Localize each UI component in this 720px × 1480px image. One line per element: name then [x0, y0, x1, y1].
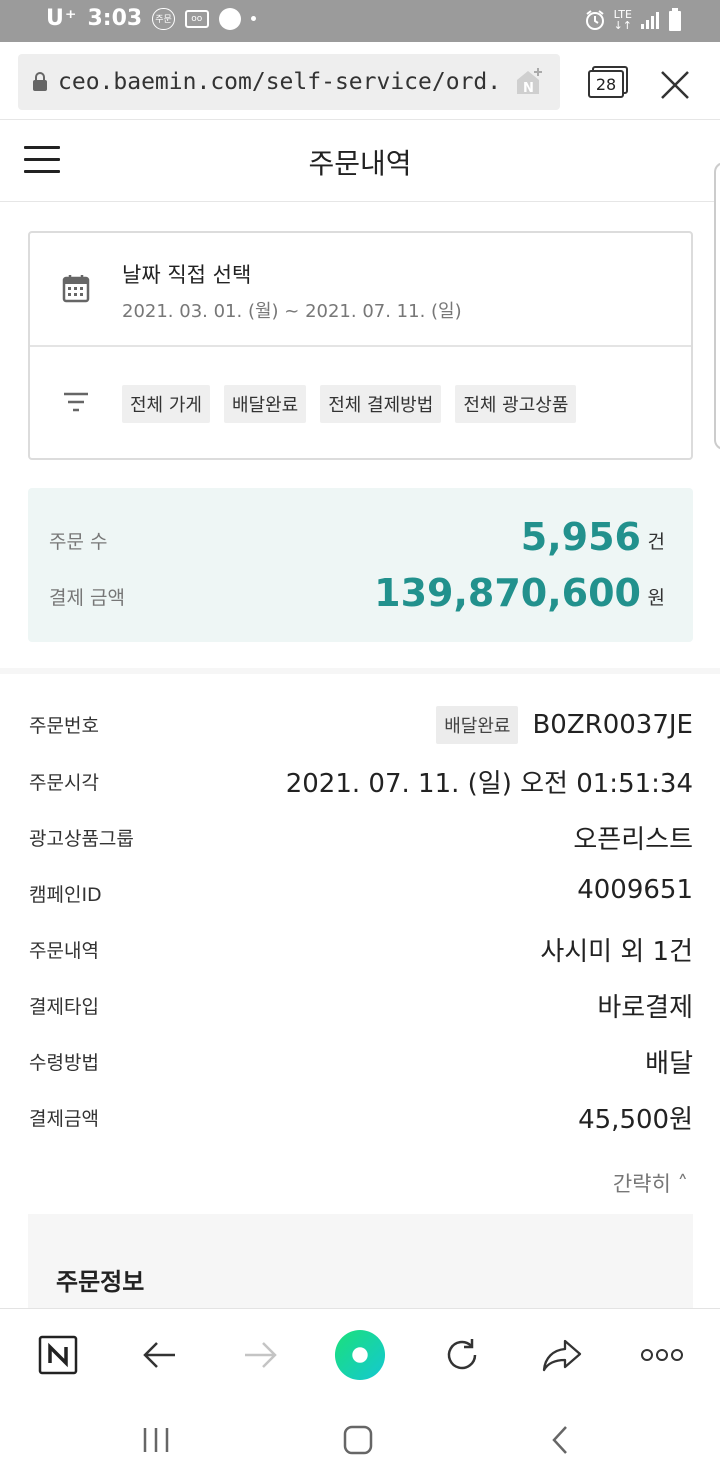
detail-row-ad-group: 광고상품그룹 오픈리스트: [0, 807, 720, 863]
collapse-button[interactable]: 간략히 ˄: [613, 1168, 688, 1198]
detail-row-payment-type: 결제타입 바로결제: [0, 975, 720, 1031]
order-info-title: 주문정보: [56, 1268, 145, 1296]
lte-indicator: LTE ↓↑: [613, 8, 632, 32]
status-badge: 배달완료: [436, 706, 519, 744]
payment-amount: 45,500원: [578, 1105, 693, 1135]
detail-label: 캠페인ID: [29, 884, 102, 906]
back-nav-icon[interactable]: [540, 1420, 580, 1460]
svg-text:N: N: [523, 81, 534, 96]
chip-payment-method[interactable]: 전체 결제방법: [320, 385, 442, 423]
clock: 3:03: [87, 6, 143, 31]
url-text[interactable]: ceo.baemin.com/self-service/ord...: [58, 69, 498, 95]
more-notifications-icon: [250, 16, 256, 21]
signal-icon: [641, 12, 659, 29]
tab-count: 28: [588, 70, 624, 98]
page-title: 주문내역: [308, 147, 412, 180]
order-number: B0ZR0037JE: [532, 710, 693, 740]
tabs-button[interactable]: 28: [588, 66, 628, 100]
detail-row-payment-amount: 결제금액 45,500원: [0, 1087, 720, 1143]
date-selector[interactable]: 날짜 직접 선택 2021. 03. 01. (월) ~ 2021. 07. 1…: [30, 233, 691, 347]
detail-row-order-items: 주문내역 사시미 외 1건: [0, 919, 720, 975]
payment-amount-unit: 원: [647, 587, 665, 609]
alarm-icon: [585, 10, 604, 30]
order-items: 사시미 외 1건: [540, 937, 693, 967]
naver-bookmark-icon[interactable]: N: [514, 66, 546, 98]
payment-amount-label: 결제 금액: [49, 587, 125, 609]
recent-apps-icon[interactable]: [136, 1420, 176, 1460]
campaign-id: 4009651: [577, 875, 693, 905]
detail-label: 주문번호: [29, 715, 99, 737]
voicemail-icon: oo: [184, 9, 209, 28]
browser-toolbar: [0, 1308, 720, 1400]
green-dot-icon[interactable]: [334, 1329, 386, 1381]
detail-row-order-number: 주문번호 배달완료 B0ZR0037JE: [0, 694, 720, 750]
detail-label: 주문내역: [29, 940, 99, 962]
address-field[interactable]: ceo.baemin.com/self-service/ord... N: [18, 54, 560, 110]
section-divider: [0, 668, 720, 674]
lock-icon: [33, 72, 47, 91]
battery-icon: [669, 8, 681, 31]
order-count-row: 주문 수 5,956 건: [28, 513, 693, 563]
calendar-icon: [62, 275, 90, 303]
date-range: 2021. 03. 01. (월) ~ 2021. 07. 11. (일): [122, 301, 462, 322]
order-count-unit: 건: [647, 531, 665, 553]
payment-amount-value: 139,870,600: [374, 571, 641, 615]
detail-label: 결제금액: [29, 1108, 99, 1130]
detail-label: 수령방법: [29, 1052, 99, 1074]
detail-label: 주문시각: [29, 772, 99, 794]
detail-value-wrap: 배달완료 B0ZR0037JE: [436, 706, 693, 744]
ad-group: 오픈리스트: [573, 825, 693, 855]
chip-store[interactable]: 전체 가게: [122, 385, 210, 423]
filter-card: 날짜 직접 선택 2021. 03. 01. (월) ~ 2021. 07. 1…: [28, 231, 693, 460]
detail-label: 광고상품그룹: [29, 828, 134, 850]
share-icon[interactable]: [536, 1329, 588, 1381]
notification-dot-icon: [218, 7, 241, 30]
payment-amount-row: 결제 금액 139,870,600 원: [28, 569, 693, 619]
chip-ad-product[interactable]: 전체 광고상품: [455, 385, 577, 423]
payment-type: 바로결제: [597, 993, 693, 1023]
detail-row-campaign-id: 캠페인ID 4009651: [0, 863, 720, 919]
receive-method: 배달: [645, 1049, 693, 1079]
browser-url-bar: ceo.baemin.com/self-service/ord... N 28: [0, 42, 720, 120]
detail-row-order-time: 주문시각 2021. 07. 11. (일) 오전 01:51:34: [0, 751, 720, 807]
back-arrow-icon[interactable]: [134, 1329, 186, 1381]
detail-row-receive-method: 수령방법 배달: [0, 1031, 720, 1087]
naver-home-icon[interactable]: [32, 1329, 84, 1381]
filter-icon: [64, 392, 88, 412]
home-icon[interactable]: [338, 1420, 378, 1460]
side-scroll-handle[interactable]: [714, 162, 720, 450]
date-title: 날짜 직접 선택: [122, 263, 252, 287]
more-icon[interactable]: [636, 1329, 688, 1381]
order-summary: 주문 수 5,956 건 결제 금액 139,870,600 원: [28, 488, 693, 642]
order-time: 2021. 07. 11. (일) 오전 01:51:34: [285, 769, 693, 799]
notification-pill: 주문: [152, 7, 175, 30]
status-bar: U⁺ 3:03 주문 oo LTE ↓↑: [0, 0, 720, 42]
order-info-section: 주문정보: [28, 1214, 693, 1314]
order-count-value: 5,956: [520, 515, 641, 559]
app-header: 주문내역: [0, 120, 720, 450]
refresh-icon[interactable]: [436, 1329, 488, 1381]
detail-label: 결제타입: [29, 996, 99, 1018]
filter-options[interactable]: 전체 가게 배달완료 전체 결제방법 전체 광고상품: [30, 347, 691, 460]
forward-arrow-icon[interactable]: [234, 1329, 286, 1381]
chip-delivery-status[interactable]: 배달완료: [223, 385, 307, 423]
order-count-label: 주문 수: [49, 531, 108, 553]
carrier-label: U⁺: [46, 6, 78, 31]
system-nav-bar: [0, 1400, 720, 1480]
close-icon[interactable]: [658, 68, 692, 102]
